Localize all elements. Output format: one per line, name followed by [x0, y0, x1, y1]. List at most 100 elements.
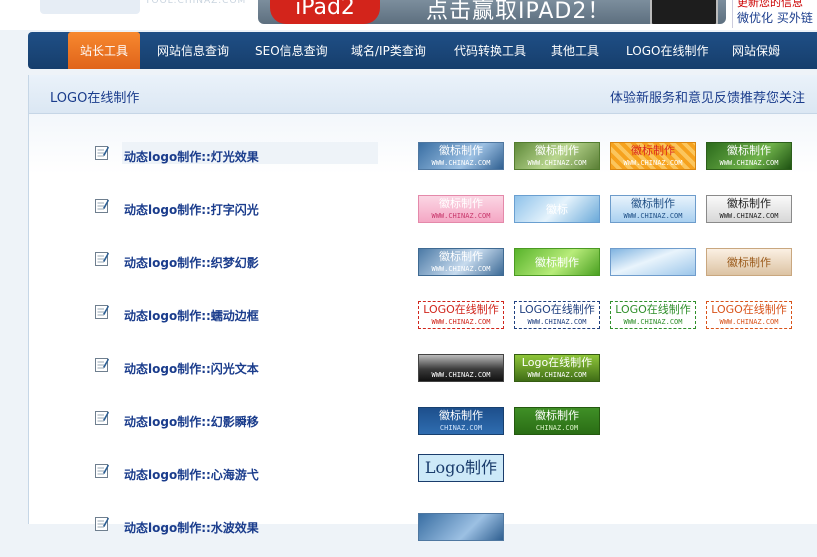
logo-sample-thumbnail[interactable]: 徽标制作 WWW.CHINAZ.COM — [706, 195, 792, 223]
thumbnail-url: CHINAZ.COM — [439, 424, 483, 432]
thumbnail-url: WWW.CHINAZ.COM — [431, 318, 491, 326]
logo-sample-thumbnail[interactable]: 徽标制作 WWW.CHINAZ.COM — [418, 248, 504, 276]
banner-promo-text: 点击赢取IPAD2！ — [426, 0, 611, 24]
logo-subtext: TOOL.CHINAZ.COM — [145, 0, 247, 6]
logo-row: 动态logo制作::心海游弋 Logo制作 — [29, 454, 817, 504]
thumbnail-url: WWW.CHINAZ.COM — [719, 212, 779, 220]
logo-sample-thumbnail[interactable]: LOGO在线制作 WWW.CHINAZ.COM — [514, 301, 600, 329]
logo-style-link[interactable]: 动态logo制作::心海游弋 — [124, 466, 259, 483]
nav-item-site-nanny[interactable]: 网站保姆 — [732, 32, 780, 69]
edit-note-icon — [95, 463, 109, 478]
logo-sample-thumbnail[interactable]: 徽标制作 — [514, 248, 600, 276]
tablet-image — [650, 0, 718, 24]
thumbnail-text: 徽标制作 — [439, 250, 483, 263]
nav-item-webmaster-tools[interactable]: 站长工具 — [68, 32, 141, 69]
content-panel: LOGO在线制作 体验新服务和意见反馈推荐您关注 动态logo制作::灯光效果徽… — [28, 75, 817, 541]
logo-style-link[interactable]: 动态logo制作::灯光效果 — [124, 148, 259, 165]
thumbnail-url: CHINAZ.COM — [535, 424, 579, 432]
edit-note-icon — [95, 251, 109, 266]
nav-item-code-convert[interactable]: 代码转换工具 — [454, 32, 526, 69]
top-strip: TOOL.CHINAZ.COM iPad2 点击赢取IPAD2！ 更新您的信息 … — [0, 0, 817, 30]
thumbnail-url: WWW.CHINAZ.COM — [719, 159, 779, 167]
logo-sample-thumbnail[interactable] — [418, 513, 504, 541]
logo-style-link[interactable]: 动态logo制作::水波效果 — [124, 519, 259, 536]
logo-row: 动态logo制作::蠕动边框 LOGO在线制作WWW.CHINAZ.COM LOGO… — [29, 301, 817, 345]
thumbnail-url: WWW.CHINAZ.COM — [719, 318, 779, 326]
edit-note-icon — [95, 357, 109, 372]
logo-sample-thumbnail[interactable]: 徽标制作 WWW.CHINAZ.COM — [514, 142, 600, 170]
logo-sample-thumbnail[interactable]: 徽标制作 CHINAZ.COM — [514, 407, 600, 435]
thumbnail-text: 徽标制作 — [439, 409, 483, 422]
logo-sample-thumbnail[interactable]: Logo制作 — [418, 454, 504, 482]
thumbnail-text: 徽标制作 — [631, 144, 675, 157]
logo-style-link[interactable]: 动态logo制作::闪光文本 — [124, 360, 259, 377]
logo-row: 动态logo制作::水波效果 — [29, 513, 817, 557]
thumbnail-text: 徽标制作 — [535, 256, 579, 269]
site-logo[interactable]: TOOL.CHINAZ.COM — [40, 0, 250, 14]
thumbnail-text: LOGO在线制作 — [423, 303, 499, 316]
logo-sample-thumbnail[interactable]: WWW.CHINAZ.COM — [418, 354, 504, 382]
logo-sample-thumbnail[interactable]: Logo在线制作 WWW.CHINAZ.COM — [514, 354, 600, 382]
logo-sample-thumbnail[interactable]: 徽标制作 WWW.CHINAZ.COM — [418, 142, 504, 170]
nav-item-logo-maker[interactable]: LOGO在线制作 — [626, 32, 708, 69]
logo-sample-thumbnail[interactable]: 徽标制作 WWW.CHINAZ.COM — [706, 142, 792, 170]
banner-tag: iPad2 — [270, 0, 380, 24]
nav-item-site-info[interactable]: 网站信息查询 — [157, 32, 229, 69]
logo-row: 动态logo制作::打字闪光 徽标制作WWW.CHINAZ.COM 徽标 徽标制作WW… — [29, 195, 817, 239]
thumbnail-url: WWW.CHINAZ.COM — [623, 212, 683, 220]
logo-sample-thumbnail[interactable]: 徽标制作 CHINAZ.COM — [418, 407, 504, 435]
thumbnail-text: 徽标制作 — [535, 409, 579, 422]
thumbnail-text: Logo在线制作 — [521, 356, 593, 369]
logo-style-link[interactable]: 动态logo制作::蠕动边框 — [124, 307, 259, 324]
logo-sample-thumbnail[interactable]: 徽标 — [514, 195, 600, 223]
edit-note-icon — [95, 198, 109, 213]
thumbnail-text: 徽标 — [546, 203, 568, 216]
thumbnail-text: 徽标制作 — [439, 197, 483, 210]
logo-sample-thumbnail[interactable]: LOGO在线制作 WWW.CHINAZ.COM — [418, 301, 504, 329]
edit-note-icon — [95, 304, 109, 319]
thumbnail-url: WWW.CHINAZ.COM — [431, 212, 491, 220]
thumbnail-text: 徽标制作 — [535, 144, 579, 157]
logo-style-link[interactable]: 动态logo制作::幻影瞬移 — [124, 413, 259, 430]
logo-sample-thumbnail[interactable]: 徽标制作 — [706, 248, 792, 276]
thumbnail-text: 徽标制作 — [727, 144, 771, 157]
logo-sample-thumbnail[interactable]: 徽标制作 WWW.CHINAZ.COM — [610, 142, 696, 170]
logo-style-link[interactable]: 动态logo制作::打字闪光 — [124, 201, 259, 218]
thumbnail-text: 徽标制作 — [631, 197, 675, 210]
side-ad-line2[interactable]: 微优化 买外链 — [737, 9, 813, 26]
main-nav: 站长工具 网站信息查询 SEO信息查询 域名/IP类查询 代码转换工具 其他工具… — [28, 32, 817, 69]
logo-style-link[interactable]: 动态logo制作::织梦幻影 — [124, 254, 259, 271]
page-title: LOGO在线制作 — [50, 91, 140, 106]
panel-header: LOGO在线制作 体验新服务和意见反馈推荐您关注 — [29, 75, 817, 114]
logo-sample-thumbnail[interactable]: 徽标制作 WWW.CHINAZ.COM — [610, 195, 696, 223]
thumbnail-url: WWW.CHINAZ.COM — [527, 318, 587, 326]
edit-note-icon — [95, 145, 109, 160]
thumbnail-url: WWW.CHINAZ.COM — [431, 159, 491, 167]
side-ad[interactable]: 更新您的信息 微优化 买外链 — [732, 0, 817, 28]
logo-row: 动态logo制作::幻影瞬移 徽标制作CHINAZ.COM 徽标制作CHINAZ.C… — [29, 407, 817, 451]
logo-row: 动态logo制作::灯光效果 徽标制作WWW.CHINAZ.COM 徽标制作WWW.… — [29, 142, 817, 186]
thumbnail-url: WWW.CHINAZ.COM — [623, 159, 683, 167]
logo-sample-thumbnail[interactable] — [610, 248, 696, 276]
thumbnail-text: LOGO在线制作 — [711, 303, 787, 316]
ipad-banner[interactable]: iPad2 点击赢取IPAD2！ — [258, 0, 726, 24]
logo-sample-thumbnail[interactable]: LOGO在线制作 WWW.CHINAZ.COM — [610, 301, 696, 329]
edit-note-icon — [95, 410, 109, 425]
thumbnail-url: WWW.CHINAZ.COM — [431, 265, 491, 273]
thumbnail-url: WWW.CHINAZ.COM — [431, 371, 491, 379]
thumbnail-text: 徽标制作 — [439, 144, 483, 157]
nav-item-domain-ip[interactable]: 域名/IP类查询 — [351, 32, 426, 69]
thumbnail-text: 徽标制作 — [727, 197, 771, 210]
thumbnail-url: WWW.CHINAZ.COM — [527, 159, 587, 167]
thumbnail-text: 徽标制作 — [727, 256, 771, 269]
logo-mark — [40, 0, 140, 14]
logo-sample-thumbnail[interactable]: 徽标制作 WWW.CHINAZ.COM — [418, 195, 504, 223]
thumbnail-text: Logo制作 — [424, 458, 498, 477]
logo-sample-thumbnail[interactable]: LOGO在线制作 WWW.CHINAZ.COM — [706, 301, 792, 329]
nav-item-seo-info[interactable]: SEO信息查询 — [255, 32, 328, 69]
logo-row: 动态logo制作::闪光文本WWW.CHINAZ.COM Logo在线制作WWW.… — [29, 354, 817, 398]
thumbnail-url: WWW.CHINAZ.COM — [527, 371, 587, 379]
thumbnail-url: WWW.CHINAZ.COM — [623, 318, 683, 326]
nav-item-other-tools[interactable]: 其他工具 — [551, 32, 599, 69]
header-links[interactable]: 体验新服务和意见反馈推荐您关注 — [610, 87, 805, 106]
